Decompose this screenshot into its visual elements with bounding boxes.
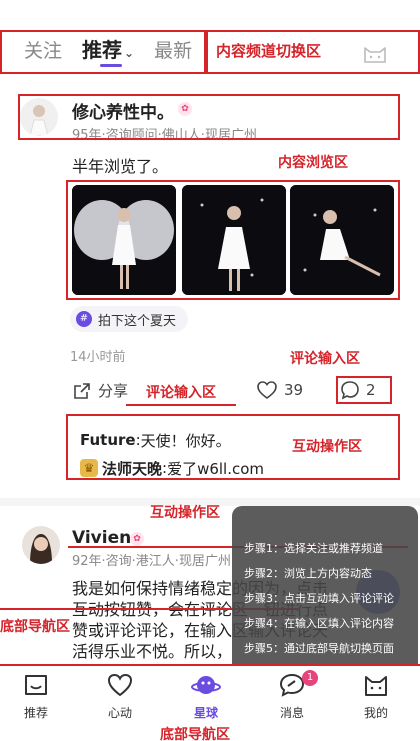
avatar[interactable] — [20, 98, 58, 136]
share-button[interactable]: 分享 — [72, 380, 128, 401]
annotation-interaction-2: 互动操作区 — [150, 505, 220, 521]
comment-text: 爱了w6ll.com — [167, 459, 265, 478]
nav-label: 我的 — [363, 706, 388, 720]
step-item: 步骤2：浏览上方内容动态 — [244, 567, 372, 580]
profile-icon — [365, 676, 387, 696]
active-tab-indicator — [100, 64, 122, 67]
nav-label: 推荐 — [23, 706, 48, 720]
heart-icon — [257, 381, 277, 399]
nav-label: 心动 — [107, 706, 132, 720]
post-image-3[interactable] — [290, 185, 394, 295]
nav-item-planet[interactable]: 星球 — [176, 672, 236, 721]
annotation-content-browse: 内容浏览区 — [278, 155, 348, 171]
post-author[interactable]: 修心养性中。 — [72, 98, 174, 123]
nav-item-message[interactable]: 消息 1 — [262, 670, 322, 721]
nav-item-heart[interactable]: 心动 — [90, 672, 150, 721]
step-item: 步骤5：通过底部导航切换页面 — [244, 642, 394, 655]
avatar[interactable] — [22, 526, 60, 564]
annotation-interaction-1: 互动操作区 — [292, 439, 362, 455]
comment-button[interactable]: 2 — [340, 380, 376, 400]
nav-label: 星球 — [193, 706, 218, 720]
nav-item-recommend[interactable]: 推荐 — [6, 672, 66, 721]
like-count: 39 — [284, 381, 304, 399]
planet-icon — [191, 676, 221, 694]
like-button[interactable]: 39 — [256, 380, 303, 400]
annotation-comment-input-1: 评论输入区 — [290, 351, 360, 367]
comment-author: 法师天晚 — [102, 459, 163, 478]
annotation-bottom-nav-left: 底部导航区 — [0, 619, 70, 635]
share-label: 分享 — [98, 382, 129, 400]
topic-label: 拍下这个夏天 — [98, 313, 177, 329]
post-author[interactable]: Vivien — [72, 528, 131, 548]
comment-item[interactable]: ♛ 法师天晚 : 爱了w6ll.com — [80, 454, 264, 482]
step-item: 步骤3：点击互动填入评论评论 — [244, 592, 394, 605]
post-time: 14小时前 — [70, 350, 126, 365]
recommend-icon — [25, 675, 47, 695]
message-badge: 1 — [302, 670, 318, 686]
topic-tag[interactable]: # 拍下这个夏天 — [70, 306, 189, 332]
annotation-comment-input-2: 评论输入区 — [146, 385, 216, 401]
tab-following[interactable]: 关注 — [24, 36, 62, 63]
post-image-2[interactable] — [182, 185, 286, 295]
step-item: 步骤4：在输入区填入评论内容 — [244, 617, 394, 630]
comment-list: Future : 天使！你好。 ♛ 法师天晚 : 爱了w6ll.com — [80, 426, 264, 482]
tab-latest[interactable]: 最新 — [154, 36, 192, 63]
post-text: 半年浏览了。 — [72, 157, 169, 176]
post-meta: 92年·咨询·港江人·现居广州 — [72, 554, 231, 569]
channel-tabs: 关注 推荐 ⌄ 最新 — [24, 34, 192, 63]
comment-text: 天使！你好。 — [140, 431, 231, 450]
step-guide-overlay: 步骤1：选择关注或推荐频道 步骤2：浏览上方内容动态 步骤3：点击互动填入评论评… — [232, 506, 418, 690]
nav-label: 消息 — [279, 706, 304, 720]
vip-badge-icon: ✿ — [178, 102, 192, 116]
vip-badge-icon: ✿ — [130, 532, 144, 546]
hashtag-icon: # — [76, 311, 92, 327]
tab-recommend[interactable]: 推荐 ⌄ — [82, 34, 134, 63]
annotation-bottom-nav-bottom: 底部导航区 — [160, 727, 230, 741]
share-icon — [74, 382, 90, 399]
comment-item[interactable]: Future : 天使！你好。 — [80, 426, 264, 454]
nav-item-profile[interactable]: 我的 — [346, 672, 406, 721]
crown-icon: ♛ — [80, 459, 98, 477]
comment-pointer-line — [126, 404, 236, 406]
post-image-1[interactable] — [72, 185, 176, 295]
step-item: 步骤1：选择关注或推荐频道 — [244, 542, 383, 555]
post-meta: 95年·咨询顾问·佛山人·现居广州 — [72, 128, 257, 143]
comment-author: Future — [80, 431, 136, 449]
tab-recommend-label: 推荐 — [82, 38, 123, 62]
comment-icon — [341, 381, 359, 400]
annotation-channel-switch: 内容频道切换区 — [216, 42, 322, 60]
chevron-down-icon: ⌄ — [124, 46, 135, 60]
heart-icon — [107, 673, 133, 697]
cat-icon[interactable] — [362, 42, 388, 64]
comment-count: 2 — [366, 381, 376, 399]
